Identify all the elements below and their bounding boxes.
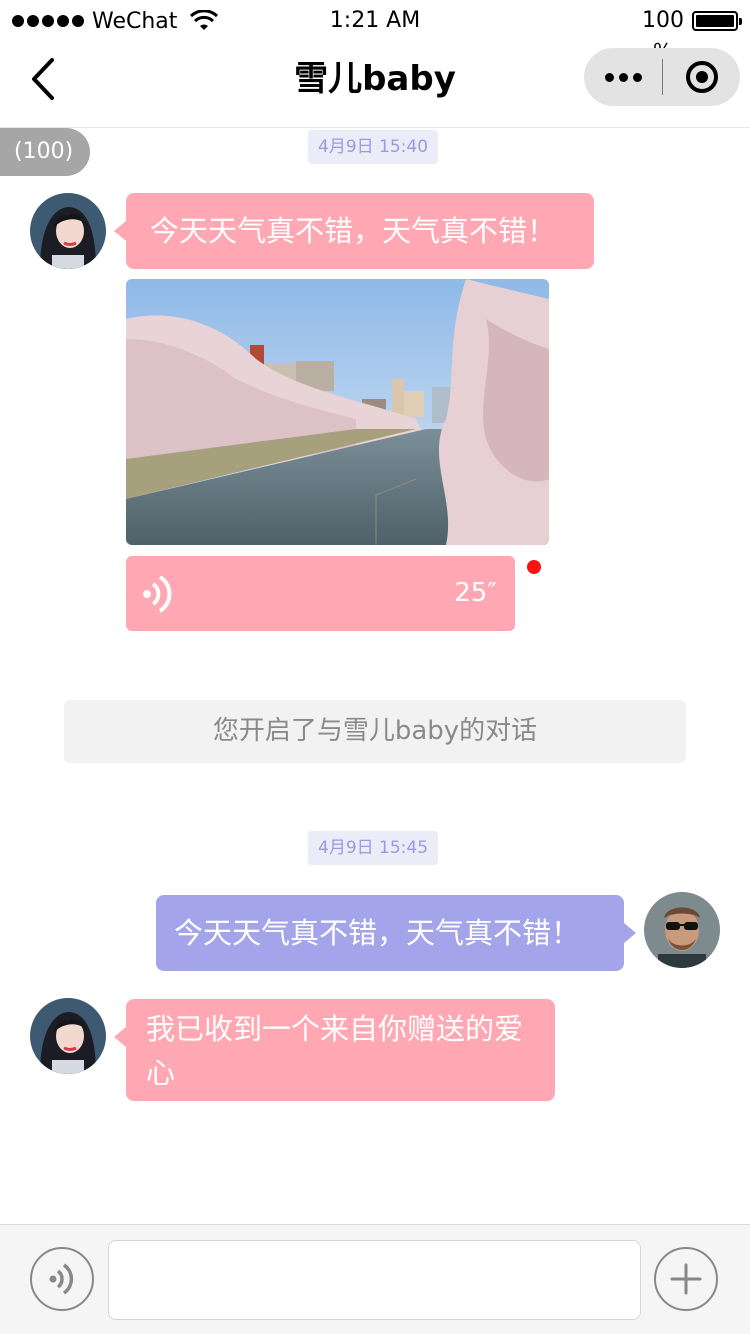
navigation-bar: 雪儿baby: [0, 40, 750, 128]
close-mini-program-button[interactable]: [663, 48, 740, 106]
sent-message-bubble[interactable]: 今天天气真不错，天气真不错！: [156, 895, 636, 971]
more-actions-button[interactable]: [654, 1247, 718, 1311]
status-right: 100 %: [642, 6, 742, 63]
battery-value: 100: [642, 8, 684, 33]
image-message[interactable]: [126, 279, 549, 545]
message-count-tag[interactable]: (100): [0, 128, 90, 176]
more-dot-icon: [618, 72, 628, 82]
status-bar: WeChat 1:21 AM 100 %: [0, 0, 750, 63]
female-avatar-icon: [30, 193, 106, 269]
more-dot-icon: [604, 72, 614, 82]
voice-wave-icon: [49, 1263, 74, 1295]
battery-percentage: 100 %: [642, 6, 684, 63]
unread-dot: [527, 560, 541, 574]
timestamp: 4月9日 15:45: [308, 831, 439, 865]
message-text: 今天天气真不错，天气真不错！: [150, 214, 557, 248]
message-text: 今天天气真不错，天气真不错！: [174, 916, 581, 950]
timestamp: 4月9日 15:40: [308, 130, 439, 164]
more-options-button[interactable]: [584, 48, 662, 106]
my-avatar[interactable]: [644, 892, 720, 968]
voice-input-toggle[interactable]: [30, 1247, 94, 1311]
more-dot-icon: [632, 72, 642, 82]
message-text: 我已收到一个来自你赠送的爱心: [146, 1012, 524, 1090]
battery-fill: [696, 15, 734, 27]
plus-icon: [670, 1263, 702, 1295]
received-message-bubble[interactable]: 今天天气真不错，天气真不错！: [114, 193, 594, 269]
female-avatar-icon: [30, 998, 106, 1074]
contact-avatar[interactable]: [30, 193, 106, 269]
male-avatar-icon: [644, 892, 720, 968]
target-circle-icon: [685, 61, 718, 93]
received-message-bubble[interactable]: 我已收到一个来自你赠送的爱心: [114, 999, 555, 1101]
battery-icon: [692, 11, 742, 31]
voice-message[interactable]: 25″: [126, 556, 515, 631]
message-input[interactable]: [108, 1240, 641, 1320]
voice-duration: 25″: [454, 578, 497, 608]
cherry-blossom-river-photo: [126, 279, 549, 545]
clock: 1:21 AM: [329, 8, 421, 33]
system-notice: 您开启了与雪儿baby的对话: [64, 700, 686, 763]
voice-wave-icon: [143, 575, 172, 613]
chat-page: WeChat 1:21 AM 100 % 雪儿baby: [0, 0, 750, 1334]
mini-program-capsule: [584, 48, 740, 106]
input-bar: [0, 1224, 750, 1334]
contact-avatar[interactable]: [30, 998, 106, 1074]
